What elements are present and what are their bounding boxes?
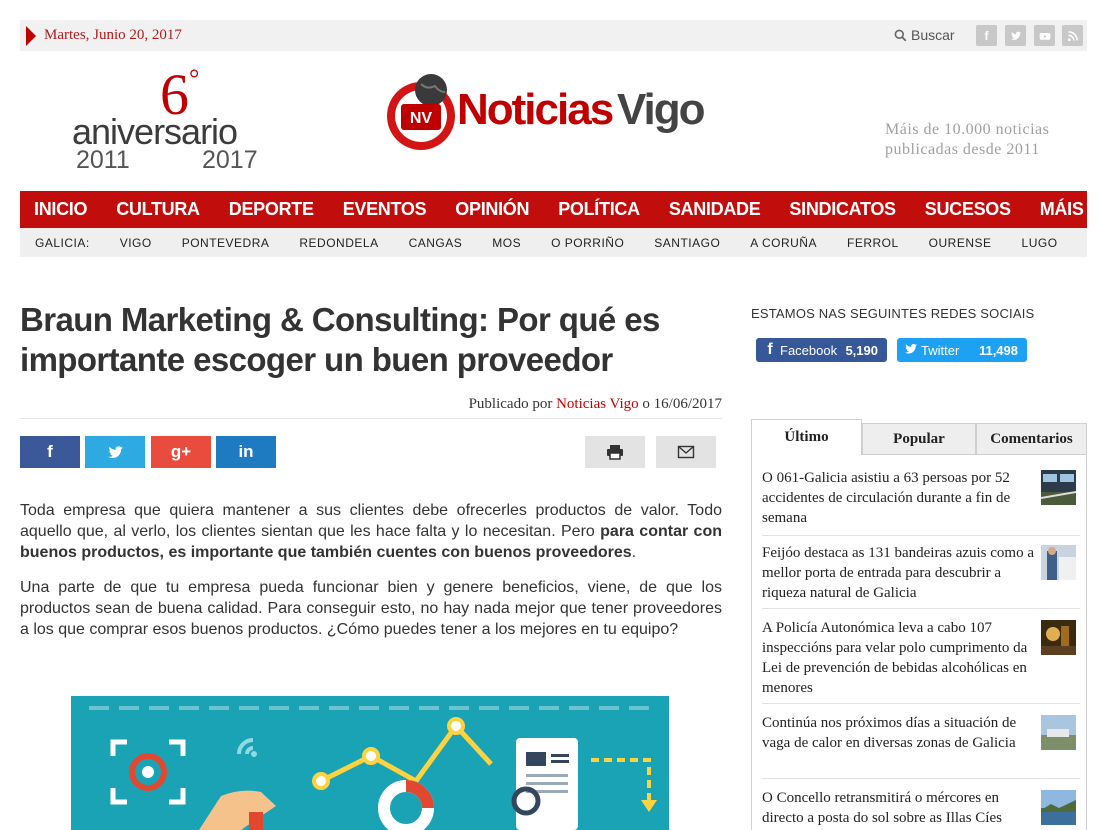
print-button[interactable] (585, 436, 645, 468)
envelope-icon (677, 445, 695, 459)
anniversary-year-end: 2017 (202, 146, 258, 174)
twitter-count: 11,498 (978, 342, 1018, 358)
share-facebook-button[interactable]: f (20, 436, 80, 468)
article-illustration (71, 696, 669, 830)
byline-connector: o (642, 396, 650, 412)
sidebar-tabs: Último Popular Comentarios (751, 419, 1087, 455)
tab-popular[interactable]: Popular (862, 423, 976, 455)
nav-item-mais[interactable]: MÁIS (1040, 199, 1084, 220)
article-title: Braun Marketing & Consulting: Por qué es… (20, 301, 660, 378)
author-link[interactable]: Noticias Vigo (556, 396, 639, 412)
twitter-icon (901, 339, 921, 361)
facebook-label: Facebook (780, 342, 838, 358)
share-googleplus-button[interactable]: g+ (151, 436, 211, 468)
article-paragraph: Una parte de que tu empresa pueda funcio… (20, 579, 722, 638)
facebook-icon[interactable]: f (976, 25, 997, 46)
region-item-vigo[interactable]: VIGO (120, 236, 152, 250)
share-linkedin-button[interactable]: in (216, 436, 276, 468)
anniversary-word: aniversario (72, 111, 238, 152)
nav-item-eventos[interactable]: EVENTOS (343, 199, 427, 220)
top-bar: Martes, Junio 20, 2017 Buscar f (20, 20, 1087, 51)
region-item-o-porrino[interactable]: O PORRIÑO (551, 236, 624, 250)
news-thumbnail (1041, 620, 1076, 655)
nav-item-deporte[interactable]: DEPORTE (229, 199, 314, 220)
twitter-label: Twitter (921, 342, 960, 358)
tab-ultimo[interactable]: Último (751, 419, 862, 455)
region-item-cangas[interactable]: CANGAS (409, 236, 463, 250)
current-date: Martes, Junio 20, 2017 (44, 27, 182, 43)
nav-item-opinion[interactable]: OPINIÓN (455, 199, 529, 220)
search-icon (894, 29, 907, 41)
news-item[interactable]: O 061-Galicia asistiu a 63 persoas por 5… (762, 468, 1080, 536)
news-item-title: A Policía Autonómica leva a cabo 107 ins… (762, 620, 1028, 696)
news-item[interactable]: A Policía Autonómica leva a cabo 107 ins… (762, 618, 1080, 704)
region-item-ourense[interactable]: OURENSE (929, 236, 992, 250)
nav-item-sindicatos[interactable]: SINDICATOS (789, 199, 896, 220)
region-item-a-coruna[interactable]: A CORUÑA (750, 236, 817, 250)
search-button[interactable]: Buscar (894, 27, 955, 43)
nav-item-cultura[interactable]: CULTURA (116, 199, 200, 220)
region-item-redondela[interactable]: REDONDELA (299, 236, 378, 250)
twitter-icon[interactable] (1005, 25, 1026, 46)
main-navigation: INICIO CULTURA DEPORTE EVENTOS OPINIÓN P… (20, 191, 1087, 228)
article-byline: Publicado por Noticias Vigo o 16/06/2017 (20, 396, 722, 413)
news-item-title: Continúa nos próximos días a situación d… (762, 715, 1017, 751)
nav-item-inicio[interactable]: INICIO (34, 199, 88, 220)
article-paragraph: Toda empresa que quiera mantener a sus c… (20, 502, 722, 561)
site-tagline: Máis de 10.000 noticias publicadas desde… (885, 121, 1050, 158)
logo-text-noticias: Noticias (457, 85, 614, 134)
byline-divider (20, 418, 722, 419)
social-networks-heading: ESTAMOS NAS SEGUINTES REDES SOCIAIS (751, 306, 1035, 321)
news-item-title: Feijóo destaca as 131 bandeiras azuis co… (762, 545, 1034, 601)
region-nav-label: GALICIA: (35, 235, 90, 250)
byline-prefix: Publicado por (468, 396, 553, 412)
news-item[interactable]: O Concello retransmitirá o mércores en d… (762, 788, 1080, 830)
youtube-icon[interactable] (1034, 25, 1055, 46)
region-item-ferrol[interactable]: FERROL (847, 236, 899, 250)
region-item-santiago[interactable]: SANTIAGO (654, 236, 720, 250)
news-item-title: O 061-Galicia asistiu a 63 persoas por 5… (762, 470, 1011, 526)
publish-date: 16/06/2017 (653, 396, 722, 412)
facebook-follow-button[interactable]: f Facebook 5,190 (756, 338, 887, 362)
printer-icon (607, 445, 623, 460)
news-thumbnail (1041, 545, 1076, 580)
anniversary-year-start: 2011 (76, 146, 130, 174)
facebook-icon: f (767, 341, 773, 358)
nav-item-politica[interactable]: POLÍTICA (558, 199, 640, 220)
news-item[interactable]: Feijóo destaca as 131 bandeiras azuis co… (762, 543, 1080, 609)
marketing-illustration-image (71, 696, 669, 830)
logo-badge-text: NV (410, 110, 433, 127)
news-thumbnail (1041, 790, 1076, 825)
region-item-mos[interactable]: MOS (492, 236, 521, 250)
search-label: Buscar (911, 27, 955, 43)
facebook-icon: f (47, 442, 53, 461)
rss-icon[interactable] (1062, 25, 1083, 46)
news-item[interactable]: Continúa nos próximos días a situación d… (762, 713, 1080, 779)
nav-item-sanidade[interactable]: SANIDADE (669, 199, 761, 220)
nav-item-sucesos[interactable]: SUCESOS (925, 199, 1011, 220)
anniversary-badge: 6° aniversario 2011 2017 (70, 66, 270, 178)
logo-text-vigo: Vigo (617, 85, 706, 134)
date-marker-icon (26, 26, 36, 46)
region-item-lugo[interactable]: LUGO (1022, 236, 1058, 250)
news-thumbnail (1041, 715, 1076, 750)
news-thumbnail (1041, 470, 1076, 505)
googleplus-icon: g+ (170, 442, 192, 461)
news-item-title: O Concello retransmitirá o mércores en d… (762, 790, 1002, 826)
tab-comentarios[interactable]: Comentarios (976, 423, 1087, 455)
share-twitter-button[interactable] (85, 436, 145, 468)
region-item-pontevedra[interactable]: PONTEVEDRA (182, 236, 270, 250)
facebook-count: 5,190 (845, 342, 878, 358)
email-button[interactable] (656, 436, 716, 468)
linkedin-icon: in (238, 442, 254, 461)
site-logo[interactable]: NV Noticias Vigo (383, 70, 728, 160)
twitter-follow-button[interactable]: Twitter 11,498 (897, 338, 1027, 362)
article-body: Toda empresa que quiera mantener a sus c… (20, 500, 722, 654)
twitter-icon (107, 445, 123, 458)
globe-logo-icon: NV (387, 74, 455, 150)
region-navigation: GALICIA: VIGO PONTEVEDRA REDONDELA CANGA… (20, 228, 1087, 257)
